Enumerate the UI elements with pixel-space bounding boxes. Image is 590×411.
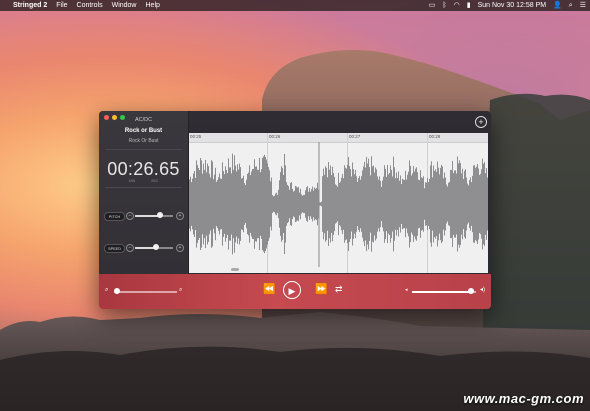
- menu-app-name[interactable]: Stringed 2: [13, 2, 47, 9]
- speed-minus-button[interactable]: −: [126, 244, 134, 252]
- pitch-slider-fill: [135, 215, 160, 217]
- volume-high-icon: ◂): [480, 287, 486, 293]
- zoom-in-icon[interactable]: ⌕: [179, 287, 182, 293]
- audio-waveform[interactable]: [189, 142, 488, 267]
- pitch-label: PITCH: [104, 212, 125, 221]
- waveform-panel[interactable]: 00:25 00:26 00:27 00:28: [189, 133, 488, 273]
- sidebar: AC/DC Rock or Bust Rock Or Bust 00:26.65…: [99, 111, 189, 274]
- transport-bar: ⌕ ⌕ ⏪ ▶ ⏩ ⇄ ◂ ◂): [99, 274, 491, 309]
- menu-help[interactable]: Help: [146, 2, 160, 9]
- menu-window[interactable]: Window: [112, 2, 137, 9]
- spotlight-icon[interactable]: ⌕: [569, 2, 573, 9]
- album-name: Rock Or Bust: [128, 138, 159, 144]
- zoom-out-icon[interactable]: ⌕: [105, 287, 108, 293]
- volume-low-icon: ◂: [405, 287, 408, 293]
- stringed-window: AC/DC Rock or Bust Rock Or Bust 00:26.65…: [99, 111, 491, 309]
- menu-file[interactable]: File: [56, 2, 67, 9]
- time-units: MIN SEC: [99, 179, 188, 183]
- pitch-plus-button[interactable]: +: [176, 212, 184, 220]
- play-button[interactable]: ▶: [283, 281, 301, 299]
- time-display: 00:26.65: [107, 159, 180, 179]
- menubar-clock[interactable]: Sun Nov 30 12:58 PM: [478, 2, 547, 9]
- speed-slider-knob[interactable]: [152, 244, 159, 250]
- speed-control: SPEED − +: [104, 243, 186, 253]
- tick-label: 00:27: [349, 134, 361, 139]
- speed-plus-button[interactable]: +: [176, 244, 184, 252]
- add-marker-button[interactable]: +: [475, 116, 487, 128]
- fast-forward-icon[interactable]: ⏩: [315, 285, 327, 295]
- battery-icon[interactable]: ▮: [467, 2, 471, 9]
- divider: [105, 149, 182, 150]
- tick-label: 00:28: [429, 134, 441, 139]
- pitch-control: PITCH − +: [104, 211, 186, 221]
- watermark: www.mac-gm.com: [463, 391, 584, 406]
- wifi-icon[interactable]: ◠: [454, 2, 460, 9]
- artist-name: AC/DC: [134, 117, 153, 123]
- tick-label: 00:25: [190, 134, 202, 139]
- cast-icon[interactable]: ▭: [429, 2, 436, 9]
- track-title: Rock or Bust: [124, 128, 163, 134]
- menu-bar: Stringed 2 File Controls Window Help ▭ ᛒ…: [0, 0, 590, 11]
- volume-slider-fill: [412, 291, 471, 293]
- zoom-slider-knob[interactable]: [114, 288, 121, 294]
- tick-label: 00:26: [269, 134, 281, 139]
- toolbar: +: [189, 111, 491, 133]
- divider: [105, 187, 182, 188]
- min-label: MIN: [128, 179, 136, 183]
- user-icon[interactable]: 👤: [553, 2, 562, 9]
- pitch-minus-button[interactable]: −: [126, 212, 134, 220]
- sec-label: SEC: [151, 179, 159, 183]
- notification-center-icon[interactable]: ☰: [580, 2, 586, 9]
- bluetooth-icon[interactable]: ᛒ: [442, 2, 446, 9]
- speed-label: SPEED: [104, 244, 125, 253]
- menu-controls[interactable]: Controls: [77, 2, 103, 9]
- zoom-slider-track[interactable]: [114, 291, 177, 293]
- volume-slider-knob[interactable]: [467, 288, 474, 294]
- rewind-icon[interactable]: ⏪: [263, 285, 275, 295]
- pitch-slider-knob[interactable]: [156, 212, 163, 218]
- loop-icon[interactable]: ⇄: [335, 285, 343, 294]
- scroll-handle[interactable]: [231, 268, 239, 271]
